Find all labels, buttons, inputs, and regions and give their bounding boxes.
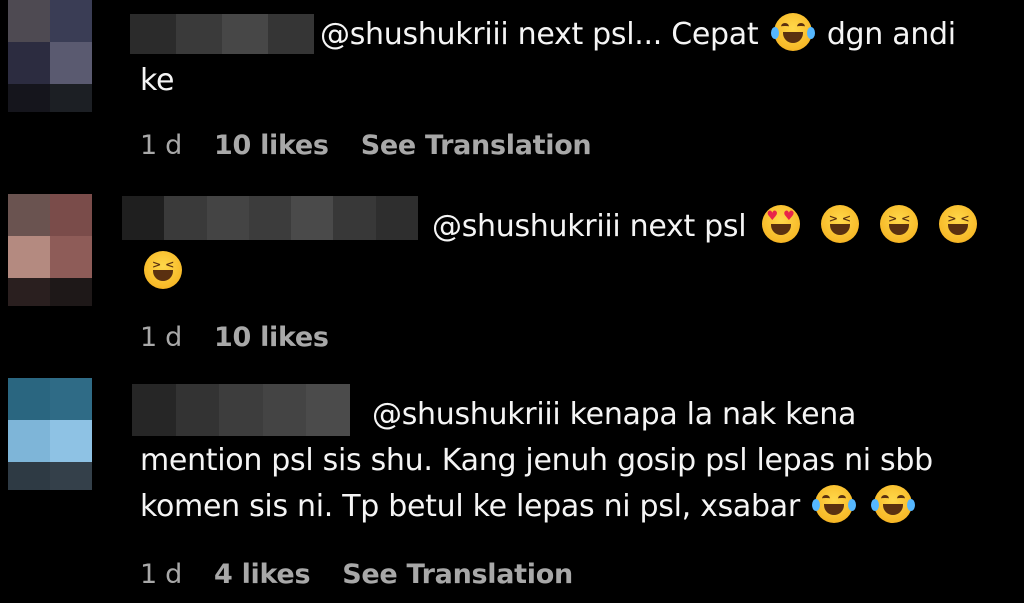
laugh-icon <box>871 485 916 523</box>
comment-line-1: @shushukriii next psl... Cepat <box>320 17 759 52</box>
squint-laugh-icon: > < <box>144 251 182 289</box>
laugh-icon <box>770 13 815 51</box>
comment-line-1: @shushukriii kenapa la nak kena <box>372 397 857 432</box>
comment-meta: 1 d 10 likes See Translation <box>140 130 592 161</box>
timestamp: 1 d <box>140 559 182 590</box>
comment-line-1: @shushukriii next psl <box>432 209 747 244</box>
avatar[interactable] <box>8 194 92 306</box>
laugh-icon <box>812 485 857 523</box>
likes-count[interactable]: 4 likes <box>214 559 311 590</box>
timestamp: 1 d <box>140 130 182 161</box>
comment-line-3: komen sis ni. Tp betul ke lepas ni psl, … <box>140 489 800 524</box>
squint-laugh-icon: > < <box>880 205 919 243</box>
squint-laugh-icon: > < <box>820 205 859 243</box>
squint-laugh-icon: > < <box>939 205 978 243</box>
comment-line-1b: dgn andi <box>826 17 956 52</box>
comment-meta: 1 d 10 likes <box>140 322 329 353</box>
see-translation-link[interactable]: See Translation <box>361 130 592 161</box>
comment-text: @shushukriii next psl ♥ ♥ > < > < > < > < <box>140 204 983 296</box>
heart-eyes-icon: ♥ ♥ <box>761 205 800 243</box>
comment-text: @shushukriii next psl... Cepat dgn andi … <box>140 12 956 104</box>
likes-count[interactable]: 10 likes <box>214 130 329 161</box>
comment-line-2: mention psl sis shu. Kang jenuh gosip ps… <box>140 443 933 478</box>
comment-meta: 1 d 4 likes See Translation <box>140 559 573 590</box>
see-translation-link[interactable]: See Translation <box>342 559 573 590</box>
avatar[interactable] <box>8 378 92 490</box>
comment-line-2: ke <box>140 63 175 98</box>
avatar[interactable] <box>8 0 92 112</box>
comment-text: @shushukriii kenapa la nak kena mention … <box>140 392 933 530</box>
timestamp: 1 d <box>140 322 182 353</box>
likes-count[interactable]: 10 likes <box>214 322 329 353</box>
